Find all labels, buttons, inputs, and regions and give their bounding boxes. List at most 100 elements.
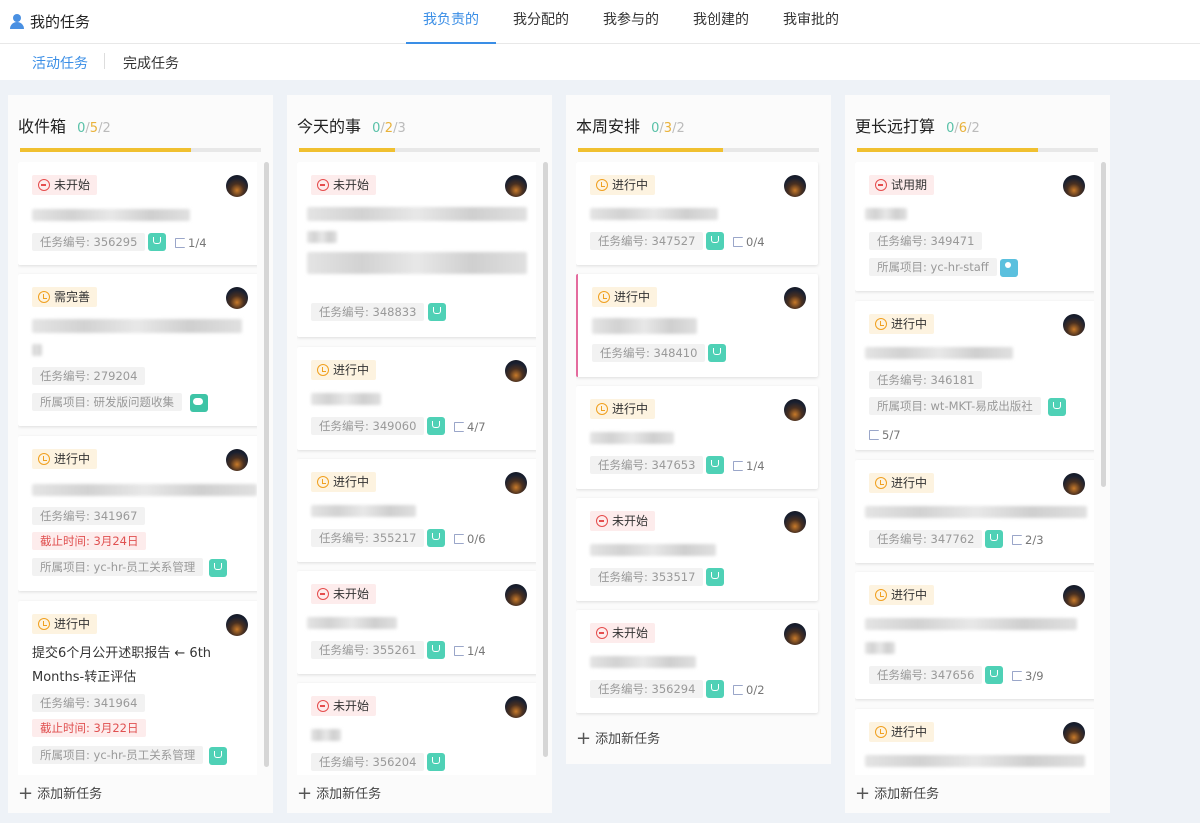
project-chip: 所属项目: yc-hr-staff xyxy=(869,258,997,276)
checklist-icon xyxy=(427,641,445,659)
checklist-icon xyxy=(706,568,724,586)
tab-participated[interactable]: 我参与的 xyxy=(586,0,676,44)
card-list: 进行中 任务编号: 347527 0/4 进行中 任务编号: 348410 进行… xyxy=(576,162,823,727)
subtask-icon xyxy=(454,422,464,432)
status-badge: 未开始 xyxy=(311,175,377,195)
progress-fill xyxy=(299,148,396,152)
column-progress xyxy=(299,148,540,152)
task-id: 任务编号: 355217 xyxy=(311,529,425,547)
page-title: 我的任务 xyxy=(30,13,91,31)
minus-circle-icon xyxy=(596,515,608,527)
status-badge: 进行中 xyxy=(311,472,377,492)
subtask-icon xyxy=(733,461,743,471)
avatar[interactable] xyxy=(505,175,527,197)
sub-bar: 活动任务 完成任务 xyxy=(0,44,1200,80)
status-badge: 进行中 xyxy=(32,449,98,469)
top-bar: 我的任务 我负责的 我分配的 我参与的 我创建的 我审批的 xyxy=(0,0,1200,44)
avatar[interactable] xyxy=(505,472,527,494)
blurred-title xyxy=(865,618,1077,630)
task-card[interactable]: 进行中 任务编号: 347656 3/9 xyxy=(855,572,1094,699)
avatar[interactable] xyxy=(505,584,527,606)
task-card[interactable]: 未开始 任务编号: 356295 1/4 xyxy=(18,162,257,265)
subtask-count: 2/3 xyxy=(1012,533,1044,547)
column-long-term: 更长远打算 0/6/2 试用期 任务编号: 349471 所属项目: yc-hr… xyxy=(845,95,1110,813)
task-card[interactable]: 进行中 任务编号: 347527 0/4 xyxy=(576,162,818,265)
main-tabs: 我负责的 我分配的 我参与的 我创建的 我审批的 xyxy=(406,0,856,44)
clock-icon xyxy=(317,476,329,488)
blurred-title xyxy=(590,208,718,220)
tab-created[interactable]: 我创建的 xyxy=(676,0,766,44)
task-card[interactable]: 未开始 任务编号: 356204 xyxy=(297,683,536,775)
blurred-title xyxy=(307,252,527,274)
clock-icon xyxy=(38,618,50,630)
task-card[interactable]: 进行中 任务编号: 346181 所属项目: wt-MKT-易成出版社 5/7 xyxy=(855,301,1094,450)
blurred-title xyxy=(590,656,696,668)
scrollbar[interactable] xyxy=(1101,162,1106,487)
task-id: 任务编号: 353517 xyxy=(590,568,704,586)
task-card[interactable]: 未开始 任务编号: 353517 xyxy=(576,498,818,601)
add-task-button[interactable]: + 添加新任务 xyxy=(8,775,102,813)
tab-responsible[interactable]: 我负责的 xyxy=(406,0,496,44)
column-progress xyxy=(857,148,1098,152)
status-badge: 进行中 xyxy=(32,614,98,634)
avatar[interactable] xyxy=(784,511,806,533)
task-id: 任务编号: 356295 xyxy=(32,233,146,251)
subtab-active-tasks[interactable]: 活动任务 xyxy=(32,53,88,73)
avatar[interactable] xyxy=(226,175,248,197)
blurred-title xyxy=(311,729,341,741)
avatar[interactable] xyxy=(505,696,527,718)
task-card[interactable]: 需完善 任务编号: 279204 所属项目: 研发版问题收集 xyxy=(18,274,257,426)
avatar[interactable] xyxy=(1063,314,1085,336)
avatar[interactable] xyxy=(784,399,806,421)
checklist-icon xyxy=(427,417,445,435)
card-list: 未开始 任务编号: 348833 进行中 任务编号: 349060 4/7 进行… xyxy=(297,162,536,775)
task-id: 任务编号: 341964 xyxy=(32,694,146,712)
avatar[interactable] xyxy=(226,449,248,471)
task-card[interactable]: 进行中 提交6个月公开述职报告 ← 6th Months-转正评估 任务编号: … xyxy=(18,601,257,775)
task-card[interactable]: 未开始 任务编号: 348833 xyxy=(297,162,536,337)
progress-fill xyxy=(857,148,1038,152)
scrollbar[interactable] xyxy=(543,162,548,757)
task-card[interactable]: 试用期 任务编号: 349471 所属项目: yc-hr-staff xyxy=(855,162,1094,291)
blurred-title xyxy=(307,617,397,629)
add-task-button[interactable]: + 添加新任务 xyxy=(287,775,381,813)
tab-approved[interactable]: 我审批的 xyxy=(766,0,856,44)
subtask-count: 5/7 xyxy=(869,428,901,442)
task-id: 任务编号: 355261 xyxy=(311,641,425,659)
tab-assigned[interactable]: 我分配的 xyxy=(496,0,586,44)
avatar[interactable] xyxy=(1063,585,1085,607)
avatar[interactable] xyxy=(1063,175,1085,197)
scrollbar[interactable] xyxy=(264,162,269,767)
task-card[interactable]: 进行中 任务编号: 348410 xyxy=(576,274,818,377)
checklist-icon xyxy=(708,344,726,362)
avatar[interactable] xyxy=(1063,722,1085,744)
count-other: 3 xyxy=(397,121,406,136)
avatar[interactable] xyxy=(784,287,806,309)
task-id: 任务编号: 346181 xyxy=(869,371,983,389)
task-card[interactable]: 未开始 任务编号: 355261 1/4 xyxy=(297,571,536,674)
avatar[interactable] xyxy=(784,623,806,645)
task-card[interactable]: 进行中 任务编号: 347653 1/4 xyxy=(576,386,818,489)
task-card[interactable]: 进行中 xyxy=(855,709,1094,775)
task-card[interactable]: 未开始 任务编号: 356294 0/2 xyxy=(576,610,818,713)
avatar[interactable] xyxy=(505,360,527,382)
task-id: 任务编号: 348410 xyxy=(592,344,706,362)
task-card[interactable]: 进行中 任务编号: 349060 4/7 xyxy=(297,347,536,450)
task-card[interactable]: 进行中 任务编号: 355217 0/6 xyxy=(297,459,536,562)
task-card[interactable]: 进行中 任务编号: 341967 截止时间: 3月24日 所属项目: yc-hr… xyxy=(18,436,257,591)
minus-circle-icon xyxy=(596,627,608,639)
avatar[interactable] xyxy=(226,614,248,636)
clock-icon xyxy=(38,453,50,465)
add-task-button[interactable]: + 添加新任务 xyxy=(566,720,660,758)
avatar[interactable] xyxy=(1063,473,1085,495)
subtask-icon xyxy=(733,237,743,247)
avatar[interactable] xyxy=(784,175,806,197)
subtab-completed-tasks[interactable]: 完成任务 xyxy=(123,53,179,73)
add-task-button[interactable]: + 添加新任务 xyxy=(845,775,939,813)
task-card[interactable]: 进行中 任务编号: 347762 2/3 xyxy=(855,460,1094,563)
checklist-icon xyxy=(985,666,1003,684)
blurred-title xyxy=(865,506,1087,518)
subtask-count: 4/7 xyxy=(454,420,486,434)
person-icon xyxy=(1000,259,1018,277)
avatar[interactable] xyxy=(226,287,248,309)
